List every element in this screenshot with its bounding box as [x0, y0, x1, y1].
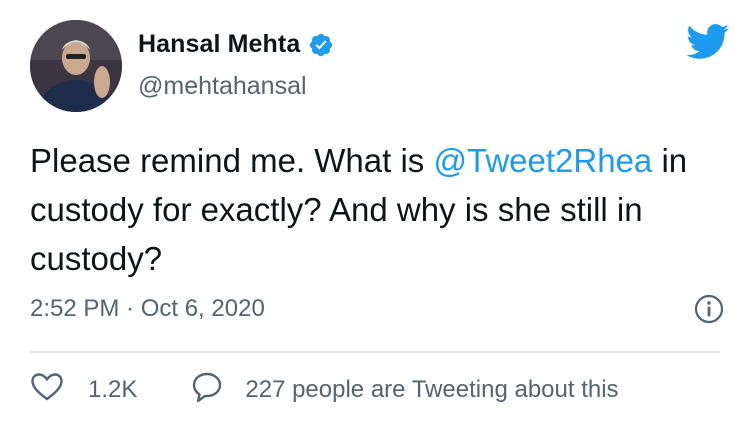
reply-action[interactable]: 227 people are Tweeting about this: [191, 371, 619, 408]
info-icon[interactable]: [694, 294, 724, 329]
mention-link[interactable]: @Tweet2Rhea: [433, 142, 652, 179]
tweet-card: Hansal Mehta @mehtahansal Please remind …: [0, 0, 750, 423]
tweet-text: Please remind me. What is @Tweet2Rhea in…: [30, 136, 730, 283]
twitter-bird-icon[interactable]: [686, 24, 730, 65]
like-action[interactable]: 1.2K: [30, 372, 137, 407]
author-handle[interactable]: @mehtahansal: [138, 72, 307, 101]
verified-badge-icon: [308, 32, 334, 58]
author-name-row: Hansal Mehta: [138, 30, 334, 59]
divider: [30, 351, 720, 353]
heart-icon[interactable]: [30, 372, 64, 407]
tweet-timestamp[interactable]: 2:52 PM · Oct 6, 2020: [30, 295, 265, 323]
author-display-name[interactable]: Hansal Mehta: [138, 30, 300, 59]
tweeting-about-text[interactable]: 227 people are Tweeting about this: [245, 376, 618, 404]
tweet-actions: 1.2K 227 people are Tweeting about this: [30, 371, 619, 408]
like-count: 1.2K: [88, 375, 138, 403]
tweet-text-part-1: Please remind me. What is: [30, 142, 434, 179]
speech-bubble-icon[interactable]: [191, 371, 223, 408]
avatar[interactable]: [30, 20, 122, 112]
